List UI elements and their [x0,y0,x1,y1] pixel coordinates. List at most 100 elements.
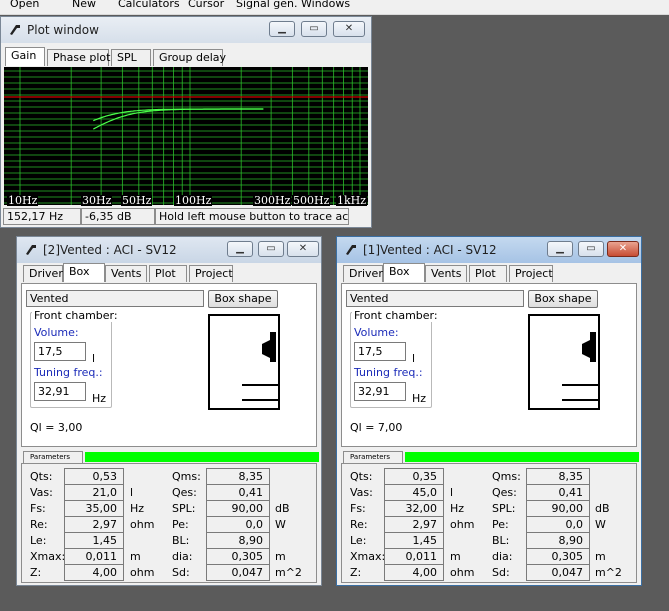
minimize-button[interactable]: ▁ [227,241,253,257]
parameters-tab[interactable]: Parameters [343,451,403,463]
menu-windows[interactable]: Windows [301,0,350,10]
parameters-panel: Qts: 0,53 Vas: 21,0 l Fs: 35,00 Hz Re: 2,97 ohm Le:… [21,463,317,583]
param-value-field[interactable]: 8,35 [206,468,270,485]
param-value-field[interactable]: 2,97 [64,516,124,533]
menu-open[interactable]: Open [10,0,39,10]
tab-driver[interactable]: Driver [23,265,63,282]
volume-unit: l [92,352,96,365]
tab-project[interactable]: Project [189,265,233,282]
tuning-freq-input[interactable]: 32,91 [354,382,406,401]
front-chamber-label: Front chamber: [32,309,120,322]
volume-input[interactable]: 17,5 [34,342,86,361]
x-tick-label-300hz: 300Hz [253,194,292,207]
param-unit: ohm [130,518,155,531]
param-value-field[interactable]: 0,305 [206,548,270,565]
menu-new[interactable]: New [72,0,96,10]
maximize-icon: ▭ [266,243,276,254]
param-value-field[interactable]: 45,0 [384,484,444,501]
tuning-freq-label: Tuning freq.: [354,366,423,379]
maximize-button[interactable]: ▭ [301,21,327,37]
menu-calculators[interactable]: Calculators [118,0,180,10]
param-value-field[interactable]: 4,00 [64,564,124,581]
tab-plot[interactable]: Plot [149,265,187,282]
param-label: Z: [30,566,42,579]
maximize-icon: ▭ [586,243,596,254]
param-value-field[interactable]: 35,00 [64,500,124,517]
tab-box[interactable]: Box [383,263,425,282]
status-frequency: 152,17 Hz [3,208,81,225]
param-value-field[interactable]: 0,41 [526,484,590,501]
tab-phase-plot[interactable]: Phase plot [47,49,110,66]
param-value-field[interactable]: 0,011 [64,548,124,565]
tuning-freq-unit: Hz [412,392,427,405]
tuning-freq-input[interactable]: 32,91 [34,382,86,401]
param-value-field[interactable]: 1,45 [384,532,444,549]
param-unit: m [450,550,461,563]
box-shape-button[interactable]: Box shape [528,290,598,308]
front-chamber-label: Front chamber: [352,309,440,322]
param-value-field[interactable]: 0,41 [206,484,270,501]
param-label: BL: [172,534,190,547]
close-button[interactable]: ✕ [333,21,365,37]
param-value-field[interactable]: 1,45 [64,532,124,549]
close-button[interactable]: ✕ [287,241,319,257]
x-tick-label-50hz: 50Hz [121,194,153,207]
box-window-titlebar[interactable]: [1]Vented : ACI - SV12 ▁ ▭ ✕ [337,237,641,263]
param-value-field[interactable]: 0,305 [526,548,590,565]
close-button[interactable]: ✕ [607,241,639,257]
param-value-field[interactable]: 0,047 [206,564,270,581]
param-unit: l [450,486,454,499]
param-label: Vas: [30,486,53,499]
volume-label: Volume: [354,326,399,339]
param-label: SPL: [492,502,516,515]
box-type-field[interactable]: Vented [26,290,204,307]
param-value-field[interactable]: 0,0 [526,516,590,533]
param-value-field[interactable]: 2,97 [384,516,444,533]
param-value-field[interactable]: 0,35 [384,468,444,485]
tab-spl[interactable]: SPL [111,49,151,66]
param-label: Fs: [30,502,46,515]
param-value-field[interactable]: 0,0 [206,516,270,533]
status-hint: Hold left mouse button to trace acti [155,208,349,225]
param-value-field[interactable]: 0,53 [64,468,124,485]
plot-background [4,67,368,205]
gain-plot[interactable] [4,67,368,205]
box-shape-button[interactable]: Box shape [208,290,278,308]
param-value-field[interactable]: 8,90 [206,532,270,549]
param-label: Le: [30,534,47,547]
parameters-panel: Qts: 0,35 Vas: 45,0 l Fs: 32,00 Hz Re: 2,97 ohm Le:… [341,463,637,583]
volume-input[interactable]: 17,5 [354,342,406,361]
app-icon [346,245,356,255]
maximize-button[interactable]: ▭ [258,241,284,257]
tab-group-delay[interactable]: Group delay [153,49,226,66]
tab-driver[interactable]: Driver [343,265,383,282]
maximize-button[interactable]: ▭ [578,241,604,257]
tab-box[interactable]: Box [63,263,105,282]
param-value-field[interactable]: 4,00 [384,564,444,581]
param-label: dia: [492,550,513,563]
tab-gain[interactable]: Gain [5,47,45,66]
tab-vents[interactable]: Vents [425,265,467,282]
tab-vents[interactable]: Vents [105,265,147,282]
param-value-field[interactable]: 32,00 [384,500,444,517]
minimize-button[interactable]: ▁ [547,241,573,257]
box-panel: Vented Box shape Front chamber: Volume: … [341,283,637,447]
box-window-titlebar[interactable]: [2]Vented : ACI - SV12 ▁ ▭ ✕ [17,237,321,263]
param-value-field[interactable]: 0,011 [384,548,444,565]
param-value-field[interactable]: 0,047 [526,564,590,581]
param-value-field[interactable]: 8,35 [526,468,590,485]
menu-cursor[interactable]: Cursor [188,0,224,10]
param-value-field[interactable]: 8,90 [526,532,590,549]
menu-signal-gen[interactable]: Signal gen. [236,0,298,10]
minimize-button[interactable]: ▁ [269,21,295,37]
box-type-field[interactable]: Vented [346,290,524,307]
param-value-field[interactable]: 90,00 [206,500,270,517]
param-value-field[interactable]: 90,00 [526,500,590,517]
tab-project[interactable]: Project [509,265,553,282]
tab-plot[interactable]: Plot [469,265,507,282]
param-value-field[interactable]: 21,0 [64,484,124,501]
parameters-tab[interactable]: Parameters [23,451,83,463]
param-unit: m [595,550,606,563]
plot-window-titlebar[interactable]: Plot window ▁ ▭ ✕ [1,17,371,43]
ql-label: Ql = 3,00 [30,421,83,434]
